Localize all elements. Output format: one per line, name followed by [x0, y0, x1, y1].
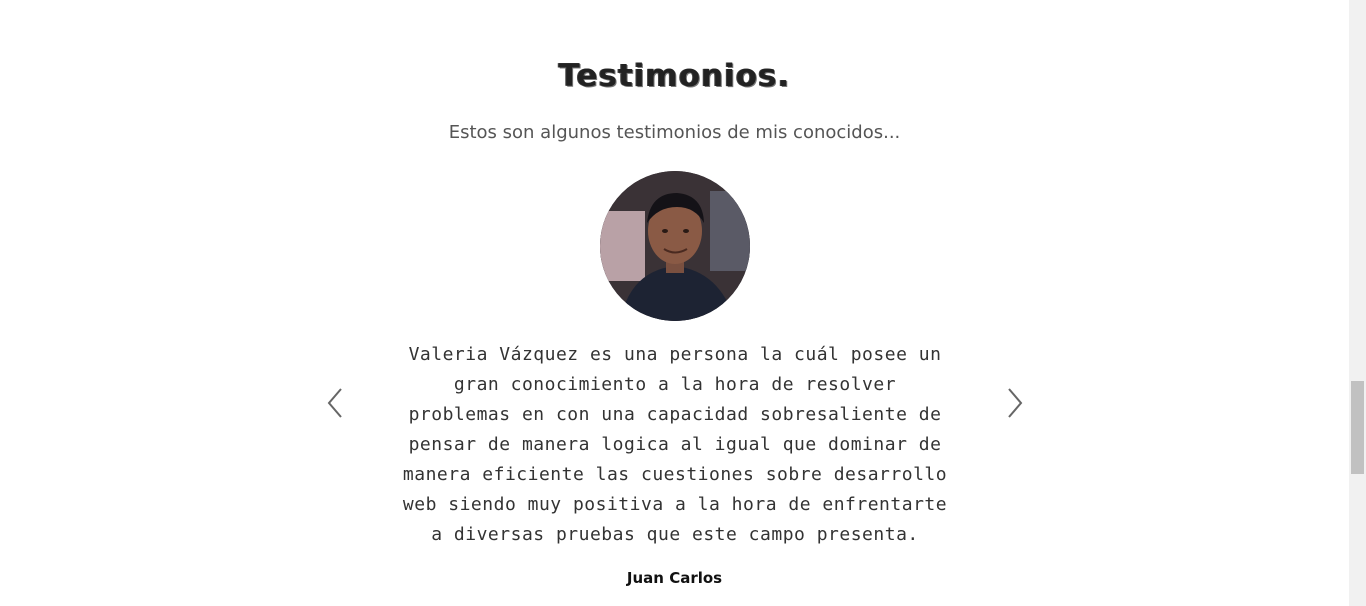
chevron-right-icon: [1008, 388, 1023, 418]
testimonial-quote: Valeria Vázquez es una persona la cuál p…: [402, 344, 948, 545]
testimonial-avatar: [600, 171, 750, 321]
section-subtitle: Estos son algunos testimonios de mis con…: [448, 122, 901, 143]
next-button[interactable]: [1000, 385, 1030, 421]
scrollbar-thumb[interactable]: [1351, 381, 1364, 474]
person-photo-icon: [600, 171, 750, 321]
chevron-left-icon: [327, 388, 342, 418]
section-title: Testimonios.: [558, 58, 791, 94]
prev-button[interactable]: [320, 385, 350, 421]
testimonial-author: Juan Carlos: [626, 569, 723, 587]
testimonials-section: Testimonios. Estos son algunos testimoni…: [0, 0, 1349, 606]
vertical-scrollbar[interactable]: [1349, 0, 1366, 606]
